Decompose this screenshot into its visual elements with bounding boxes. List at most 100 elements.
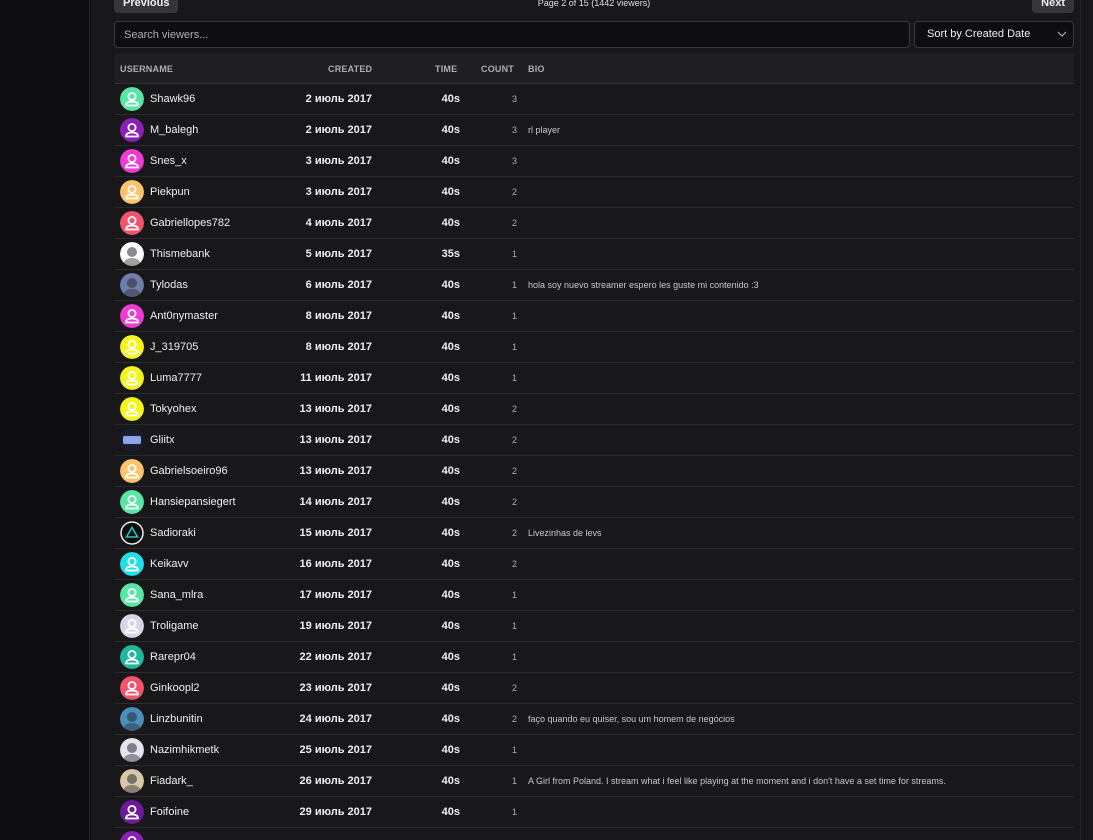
created-date: 8 июль 2017 <box>305 310 372 322</box>
table-row[interactable]: Ginkoopl2 23 июль 2017 40s 2 <box>114 673 1074 704</box>
visit-count: 2 <box>511 683 517 693</box>
table-row[interactable]: Sana_mlra 17 июль 2017 40s 1 <box>114 580 1074 611</box>
photo-avatar-icon[interactable] <box>120 273 144 297</box>
search-input[interactable] <box>114 21 910 48</box>
username-link[interactable]: Snes_x <box>150 155 187 167</box>
username-link[interactable]: Troligame <box>150 620 199 632</box>
table-row[interactable]: Gabriellopes782 4 июль 2017 40s 2 <box>114 208 1074 239</box>
visit-count: 1 <box>511 652 517 662</box>
table-row[interactable]: Hansiepansiegert 14 июль 2017 40s 2 <box>114 487 1074 518</box>
default-user-icon[interactable] <box>120 118 144 142</box>
default-user-icon[interactable] <box>120 397 144 421</box>
username-link[interactable]: Sana_mlra <box>150 589 203 601</box>
visit-count: 1 <box>511 373 517 383</box>
watch-time: 40s <box>441 372 460 384</box>
username-link[interactable]: Rarepr04 <box>150 651 196 663</box>
username-link[interactable]: Gabrielsoeiro96 <box>150 465 228 477</box>
username-link[interactable]: Nazimhikmetk <box>150 744 219 756</box>
visit-count: 1 <box>511 249 517 259</box>
watch-time: 40s <box>441 186 460 198</box>
username-link[interactable]: Fiadark_ <box>150 775 193 787</box>
username-link[interactable]: Ant0nymaster <box>150 310 218 322</box>
default-user-icon[interactable] <box>120 645 144 669</box>
photo-avatar-icon[interactable] <box>120 707 144 731</box>
left-sidebar <box>0 0 90 840</box>
username-link[interactable]: Shawk96 <box>150 93 195 105</box>
default-user-icon[interactable] <box>120 831 144 840</box>
default-user-icon[interactable] <box>120 800 144 824</box>
column-header-count[interactable]: COUNT <box>481 64 514 74</box>
username-link[interactable]: Sadioraki <box>150 527 196 539</box>
default-user-icon[interactable] <box>120 304 144 328</box>
default-user-icon[interactable] <box>120 552 144 576</box>
created-date: 15 июль 2017 <box>299 527 372 539</box>
photo-avatar-icon[interactable] <box>120 242 144 266</box>
default-user-icon[interactable] <box>120 614 144 638</box>
triangle-avatar-icon[interactable] <box>120 521 144 545</box>
sort-select[interactable]: Sort by Created Date <box>914 21 1074 48</box>
column-header-time[interactable]: TIME <box>435 64 457 74</box>
username-link[interactable]: Linzbunitin <box>150 713 203 725</box>
table-row[interactable]: Sadioraki 15 июль 2017 40s 2 Livezinhas de l… <box>114 518 1074 549</box>
username-link[interactable]: J_319705 <box>150 341 198 353</box>
default-user-icon[interactable] <box>120 366 144 390</box>
watch-time: 40s <box>441 279 460 291</box>
table-row[interactable]: J_319705 8 июль 2017 40s 1 <box>114 332 1074 363</box>
default-user-icon[interactable] <box>120 87 144 111</box>
table-row[interactable]: Foifoine 29 июль 2017 40s 1 <box>114 797 1074 828</box>
visit-count: 2 <box>511 559 517 569</box>
table-row[interactable]: Linzbunitin 24 июль 2017 40s 2 faço quando e… <box>114 704 1074 735</box>
table-row[interactable]: Luma7777 11 июль 2017 40s 1 <box>114 363 1074 394</box>
table-row[interactable]: Fiadark_ 26 июль 2017 40s 1 A Girl from Pola… <box>114 766 1074 797</box>
watch-time: 40s <box>441 682 460 694</box>
username-link[interactable]: Hansiepansiegert <box>150 496 236 508</box>
default-user-icon[interactable] <box>120 335 144 359</box>
default-user-icon[interactable] <box>120 583 144 607</box>
next-page-button[interactable]: Next <box>1032 0 1074 13</box>
username-link[interactable]: Luma7777 <box>150 372 202 384</box>
table-row[interactable]: Piekpun 3 июль 2017 40s 2 <box>114 177 1074 208</box>
photo-avatar-icon[interactable] <box>120 769 144 793</box>
table-row[interactable]: Nazimhikmetk 25 июль 2017 40s 1 <box>114 735 1074 766</box>
default-user-icon[interactable] <box>120 676 144 700</box>
table-row[interactable]: Ant0nymaster 8 июль 2017 40s 1 <box>114 301 1074 332</box>
table-row[interactable]: Shawk96 2 июль 2017 40s 3 <box>114 84 1074 115</box>
default-user-icon[interactable] <box>120 459 144 483</box>
table-row[interactable]: Tylodas 6 июль 2017 40s 1 hola soy nuevo str… <box>114 270 1074 301</box>
username-link[interactable]: Foifoine <box>150 806 189 818</box>
username-link[interactable]: Tokyohex <box>150 403 196 415</box>
table-row[interactable]: Tokyohex 13 июль 2017 40s 2 <box>114 394 1074 425</box>
username-link[interactable]: Piekpun <box>150 186 190 198</box>
default-user-icon[interactable] <box>120 149 144 173</box>
username-link[interactable]: Tylodas <box>150 279 188 291</box>
visit-count: 2 <box>511 404 517 414</box>
default-user-icon[interactable] <box>120 211 144 235</box>
table-row[interactable]: Gabrielsoeiro96 13 июль 2017 40s 2 <box>114 456 1074 487</box>
table-row[interactable]: Keikavv 16 июль 2017 40s 2 <box>114 549 1074 580</box>
username-link[interactable]: Thismebank <box>150 248 210 260</box>
table-row[interactable] <box>114 828 1074 840</box>
table-row[interactable]: M_balegh 2 июль 2017 40s 3 rl player <box>114 115 1074 146</box>
table-row[interactable]: Snes_x 3 июль 2017 40s 3 <box>114 146 1074 177</box>
username-link[interactable]: Gliitx <box>150 434 174 446</box>
table-body: Shawk96 2 июль 2017 40s 3 M_balegh 2 июль 201… <box>114 84 1074 840</box>
username-link[interactable]: Ginkoopl2 <box>150 682 200 694</box>
visit-count: 2 <box>511 187 517 197</box>
photo-avatar-icon[interactable] <box>120 738 144 762</box>
visit-count: 3 <box>511 156 517 166</box>
table-row[interactable]: Thismebank 5 июль 2017 35s 1 <box>114 239 1074 270</box>
column-header-username[interactable]: USERNAME <box>120 64 173 74</box>
table-row[interactable]: Gliitx 13 июль 2017 40s 2 <box>114 425 1074 456</box>
table-row[interactable]: Rarepr04 22 июль 2017 40s 1 <box>114 642 1074 673</box>
username-link[interactable]: Keikavv <box>150 558 189 570</box>
username-link[interactable]: Gabriellopes782 <box>150 217 230 229</box>
default-user-icon[interactable] <box>120 180 144 204</box>
column-header-created[interactable]: CREATED <box>328 64 372 74</box>
default-user-icon[interactable] <box>120 490 144 514</box>
logo-avatar-icon[interactable] <box>120 428 144 452</box>
page-info: Page 2 of 15 (1442 viewers) <box>537 0 651 8</box>
username-link[interactable]: M_balegh <box>150 124 198 136</box>
table-row[interactable]: Troligame 19 июль 2017 40s 1 <box>114 611 1074 642</box>
watch-time: 40s <box>441 155 460 167</box>
visit-count: 1 <box>511 280 517 290</box>
